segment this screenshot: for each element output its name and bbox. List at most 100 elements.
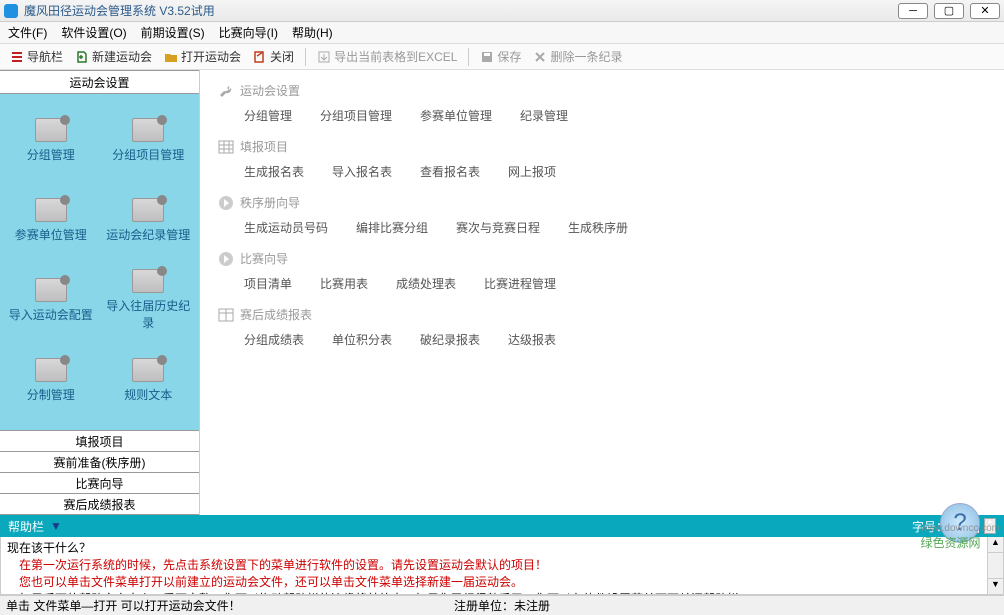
close-window-button[interactable]: ✕ bbox=[970, 3, 1000, 19]
menu-item-3[interactable]: 比赛向导(I) bbox=[219, 24, 278, 41]
section-title: 赛后成绩报表 bbox=[240, 306, 312, 323]
sidebar-item-icon bbox=[132, 118, 164, 142]
sidebar-bottom-0[interactable]: 填报项目 bbox=[0, 430, 199, 452]
minimize-button[interactable]: ─ bbox=[898, 3, 928, 19]
section-title: 填报项目 bbox=[240, 138, 288, 155]
section-link[interactable]: 分组项目管理 bbox=[320, 107, 392, 124]
sidebar-item-0[interactable]: 分组管理 bbox=[4, 102, 98, 178]
help-collapse-icon[interactable]: ▼ bbox=[50, 519, 62, 533]
section-link[interactable]: 项目清单 bbox=[244, 275, 292, 292]
toolbar-export[interactable]: 导出当前表格到EXCEL bbox=[313, 46, 461, 67]
sidebar-bottom-2[interactable]: 比赛向导 bbox=[0, 472, 199, 494]
help-float-button[interactable]: ? bbox=[940, 503, 980, 543]
sidebar-bottom-3[interactable]: 赛后成绩报表 bbox=[0, 493, 199, 515]
section-link[interactable]: 查看报名表 bbox=[420, 163, 480, 180]
section-link[interactable]: 成绩处理表 bbox=[396, 275, 456, 292]
section-4: 赛后成绩报表分组成绩表 单位积分表 破纪录报表 达级报表 bbox=[218, 306, 986, 348]
section-header: 比赛向导 bbox=[218, 250, 986, 267]
sidebar-item-icon bbox=[35, 358, 67, 382]
toolbar-save[interactable]: 保存 bbox=[476, 46, 525, 67]
menu-item-4[interactable]: 帮助(H) bbox=[292, 24, 333, 41]
help-scrollbar[interactable]: ▲ ▼ bbox=[987, 537, 1003, 594]
section-link[interactable]: 编排比赛分组 bbox=[356, 219, 428, 236]
sidebar-item-4[interactable]: 导入运动会配置 bbox=[4, 262, 98, 338]
section-link[interactable]: 参赛单位管理 bbox=[420, 107, 492, 124]
section-link[interactable]: 生成运动员号码 bbox=[244, 219, 328, 236]
menu-item-0[interactable]: 文件(F) bbox=[8, 24, 47, 41]
sidebar-item-icon bbox=[132, 269, 164, 293]
sidebar-grid: 分组管理分组项目管理参赛单位管理 运动会纪录管理导入运动会配置导入往届历史纪录分制… bbox=[0, 94, 199, 431]
toolbar-separator bbox=[468, 48, 469, 66]
toolbar-nav[interactable]: 导航栏 bbox=[6, 46, 67, 67]
window-controls: ─ ▢ ✕ bbox=[898, 3, 1000, 19]
section-header: 填报项目 bbox=[218, 138, 986, 155]
app-icon bbox=[4, 4, 18, 18]
section-links: 项目清单 比赛用表 成绩处理表 比赛进程管理 bbox=[218, 275, 986, 292]
sidebar-item-5[interactable]: 导入往届历史纪录 bbox=[102, 262, 196, 338]
main-area: 运动会设置 分组管理分组项目管理参赛单位管理运动会纪录管理导入运动会配置导入往届… bbox=[0, 70, 1004, 515]
sidebar-item-label: 参赛单位管理 bbox=[15, 226, 87, 243]
toolbar: 导航栏新建运动会打开运动会关闭导出当前表格到EXCEL 保存删除一条纪录 bbox=[0, 44, 1004, 70]
sidebar-item-3[interactable]: 运动会纪录管理 bbox=[102, 182, 196, 258]
section-link[interactable]: 分组成绩表 bbox=[244, 331, 304, 348]
section-link[interactable]: 网上报项 bbox=[508, 163, 556, 180]
section-3: 比赛向导项目清单 比赛用表 成绩处理表 比赛进程管理 bbox=[218, 250, 986, 292]
maximize-button[interactable]: ▢ bbox=[934, 3, 964, 19]
section-1: 填报项目生成报名表 导入报名表 查看报名表 网上报项 bbox=[218, 138, 986, 180]
section-link[interactable]: 导入报名表 bbox=[332, 163, 392, 180]
section-title: 秩序册向导 bbox=[240, 194, 300, 211]
menu-item-2[interactable]: 前期设置(S) bbox=[141, 24, 205, 41]
section-0: 运动会设置分组管理 分组项目管理 参赛单位管理 纪录管理 bbox=[218, 82, 986, 124]
sidebar-item-label: 导入运动会配置 bbox=[9, 306, 93, 323]
window-title: 魔风田径运动会管理系统 V3.52试用 bbox=[24, 2, 215, 19]
sidebar-item-2[interactable]: 参赛单位管理 bbox=[4, 182, 98, 258]
help-line-1: 在第一次运行系统的时候，先点击系统设置下的菜单进行软件的设置。请先设置运动会默认… bbox=[7, 556, 997, 573]
sidebar: 运动会设置 分组管理分组项目管理参赛单位管理 运动会纪录管理导入运动会配置导入往届… bbox=[0, 70, 200, 515]
section-link[interactable]: 单位积分表 bbox=[332, 331, 392, 348]
menubar: 文件(F) 软件设置(O) 前期设置(S) 比赛向导(I) 帮助(H) bbox=[0, 22, 1004, 44]
statusbar: 单击 文件菜单—打开 可以打开运动会文件！ 注册单位：未注册 bbox=[0, 595, 1004, 615]
scroll-up-button[interactable]: ▲ bbox=[988, 537, 1003, 553]
help-line-2: 您也可以单击文件菜单打开以前建立的运动会文件，还可以单击文件菜单选择新建一届运动… bbox=[7, 573, 997, 590]
section-header: 运动会设置 bbox=[218, 82, 986, 99]
help-title: 帮助栏 bbox=[8, 518, 44, 535]
section-header: 赛后成绩报表 bbox=[218, 306, 986, 323]
section-link[interactable]: 破纪录报表 bbox=[420, 331, 480, 348]
status-mid: 注册单位：未注册 bbox=[454, 597, 550, 614]
font-size-spinner[interactable]: ▲▼ bbox=[984, 518, 996, 534]
section-link[interactable]: 比赛进程管理 bbox=[484, 275, 556, 292]
toolbar-close[interactable]: 关闭 bbox=[249, 46, 298, 67]
sidebar-item-1[interactable]: 分组项目管理 bbox=[102, 102, 196, 178]
menu-item-1[interactable]: 软件设置(O) bbox=[61, 24, 126, 41]
toolbar-open[interactable]: 打开运动会 bbox=[160, 46, 245, 67]
section-links: 分组管理 分组项目管理 参赛单位管理 纪录管理 bbox=[218, 107, 986, 124]
sidebar-item-label: 导入往届历史纪录 bbox=[102, 297, 196, 331]
sidebar-item-icon bbox=[35, 118, 67, 142]
toolbar-new[interactable]: 新建运动会 bbox=[71, 46, 156, 67]
sidebar-item-icon bbox=[35, 278, 67, 302]
status-left: 单击 文件菜单—打开 可以打开运动会文件！ bbox=[6, 597, 241, 614]
help-body: 现在该干什么？ 在第一次运行系统的时候，先点击系统设置下的菜单进行软件的设置。请… bbox=[0, 537, 1004, 595]
sidebar-item-7[interactable]: 规则文本 bbox=[102, 342, 196, 418]
help-header: 帮助栏 ▼ 字号： ▲▼ bbox=[0, 515, 1004, 537]
section-link[interactable]: 比赛用表 bbox=[320, 275, 368, 292]
sidebar-bottom-1[interactable]: 赛前准备(秩序册) bbox=[0, 451, 199, 473]
section-link[interactable]: 纪录管理 bbox=[520, 107, 568, 124]
sidebar-item-6[interactable]: 分制管理 bbox=[4, 342, 98, 418]
section-links: 生成报名表 导入报名表 查看报名表 网上报项 bbox=[218, 163, 986, 180]
sidebar-header: 运动会设置 bbox=[0, 70, 199, 94]
section-title: 比赛向导 bbox=[240, 250, 288, 267]
toolbar-delete[interactable]: 删除一条纪录 bbox=[529, 46, 626, 67]
section-link[interactable]: 分组管理 bbox=[244, 107, 292, 124]
sidebar-item-label: 运动会纪录管理 bbox=[106, 226, 190, 243]
section-link[interactable]: 达级报表 bbox=[508, 331, 556, 348]
sidebar-bottom: 填报项目赛前准备(秩序册)比赛向导赛后成绩报表 bbox=[0, 431, 199, 515]
section-link[interactable]: 生成报名表 bbox=[244, 163, 304, 180]
scroll-down-button[interactable]: ▼ bbox=[988, 578, 1003, 594]
section-link[interactable]: 生成秩序册 bbox=[568, 219, 628, 236]
section-2: 秩序册向导生成运动员号码 编排比赛分组 赛次与竞赛日程 生成秩序册 bbox=[218, 194, 986, 236]
section-link[interactable]: 赛次与竞赛日程 bbox=[456, 219, 540, 236]
sidebar-item-icon bbox=[132, 358, 164, 382]
help-line-0: 现在该干什么？ bbox=[7, 539, 997, 556]
section-title: 运动会设置 bbox=[240, 82, 300, 99]
